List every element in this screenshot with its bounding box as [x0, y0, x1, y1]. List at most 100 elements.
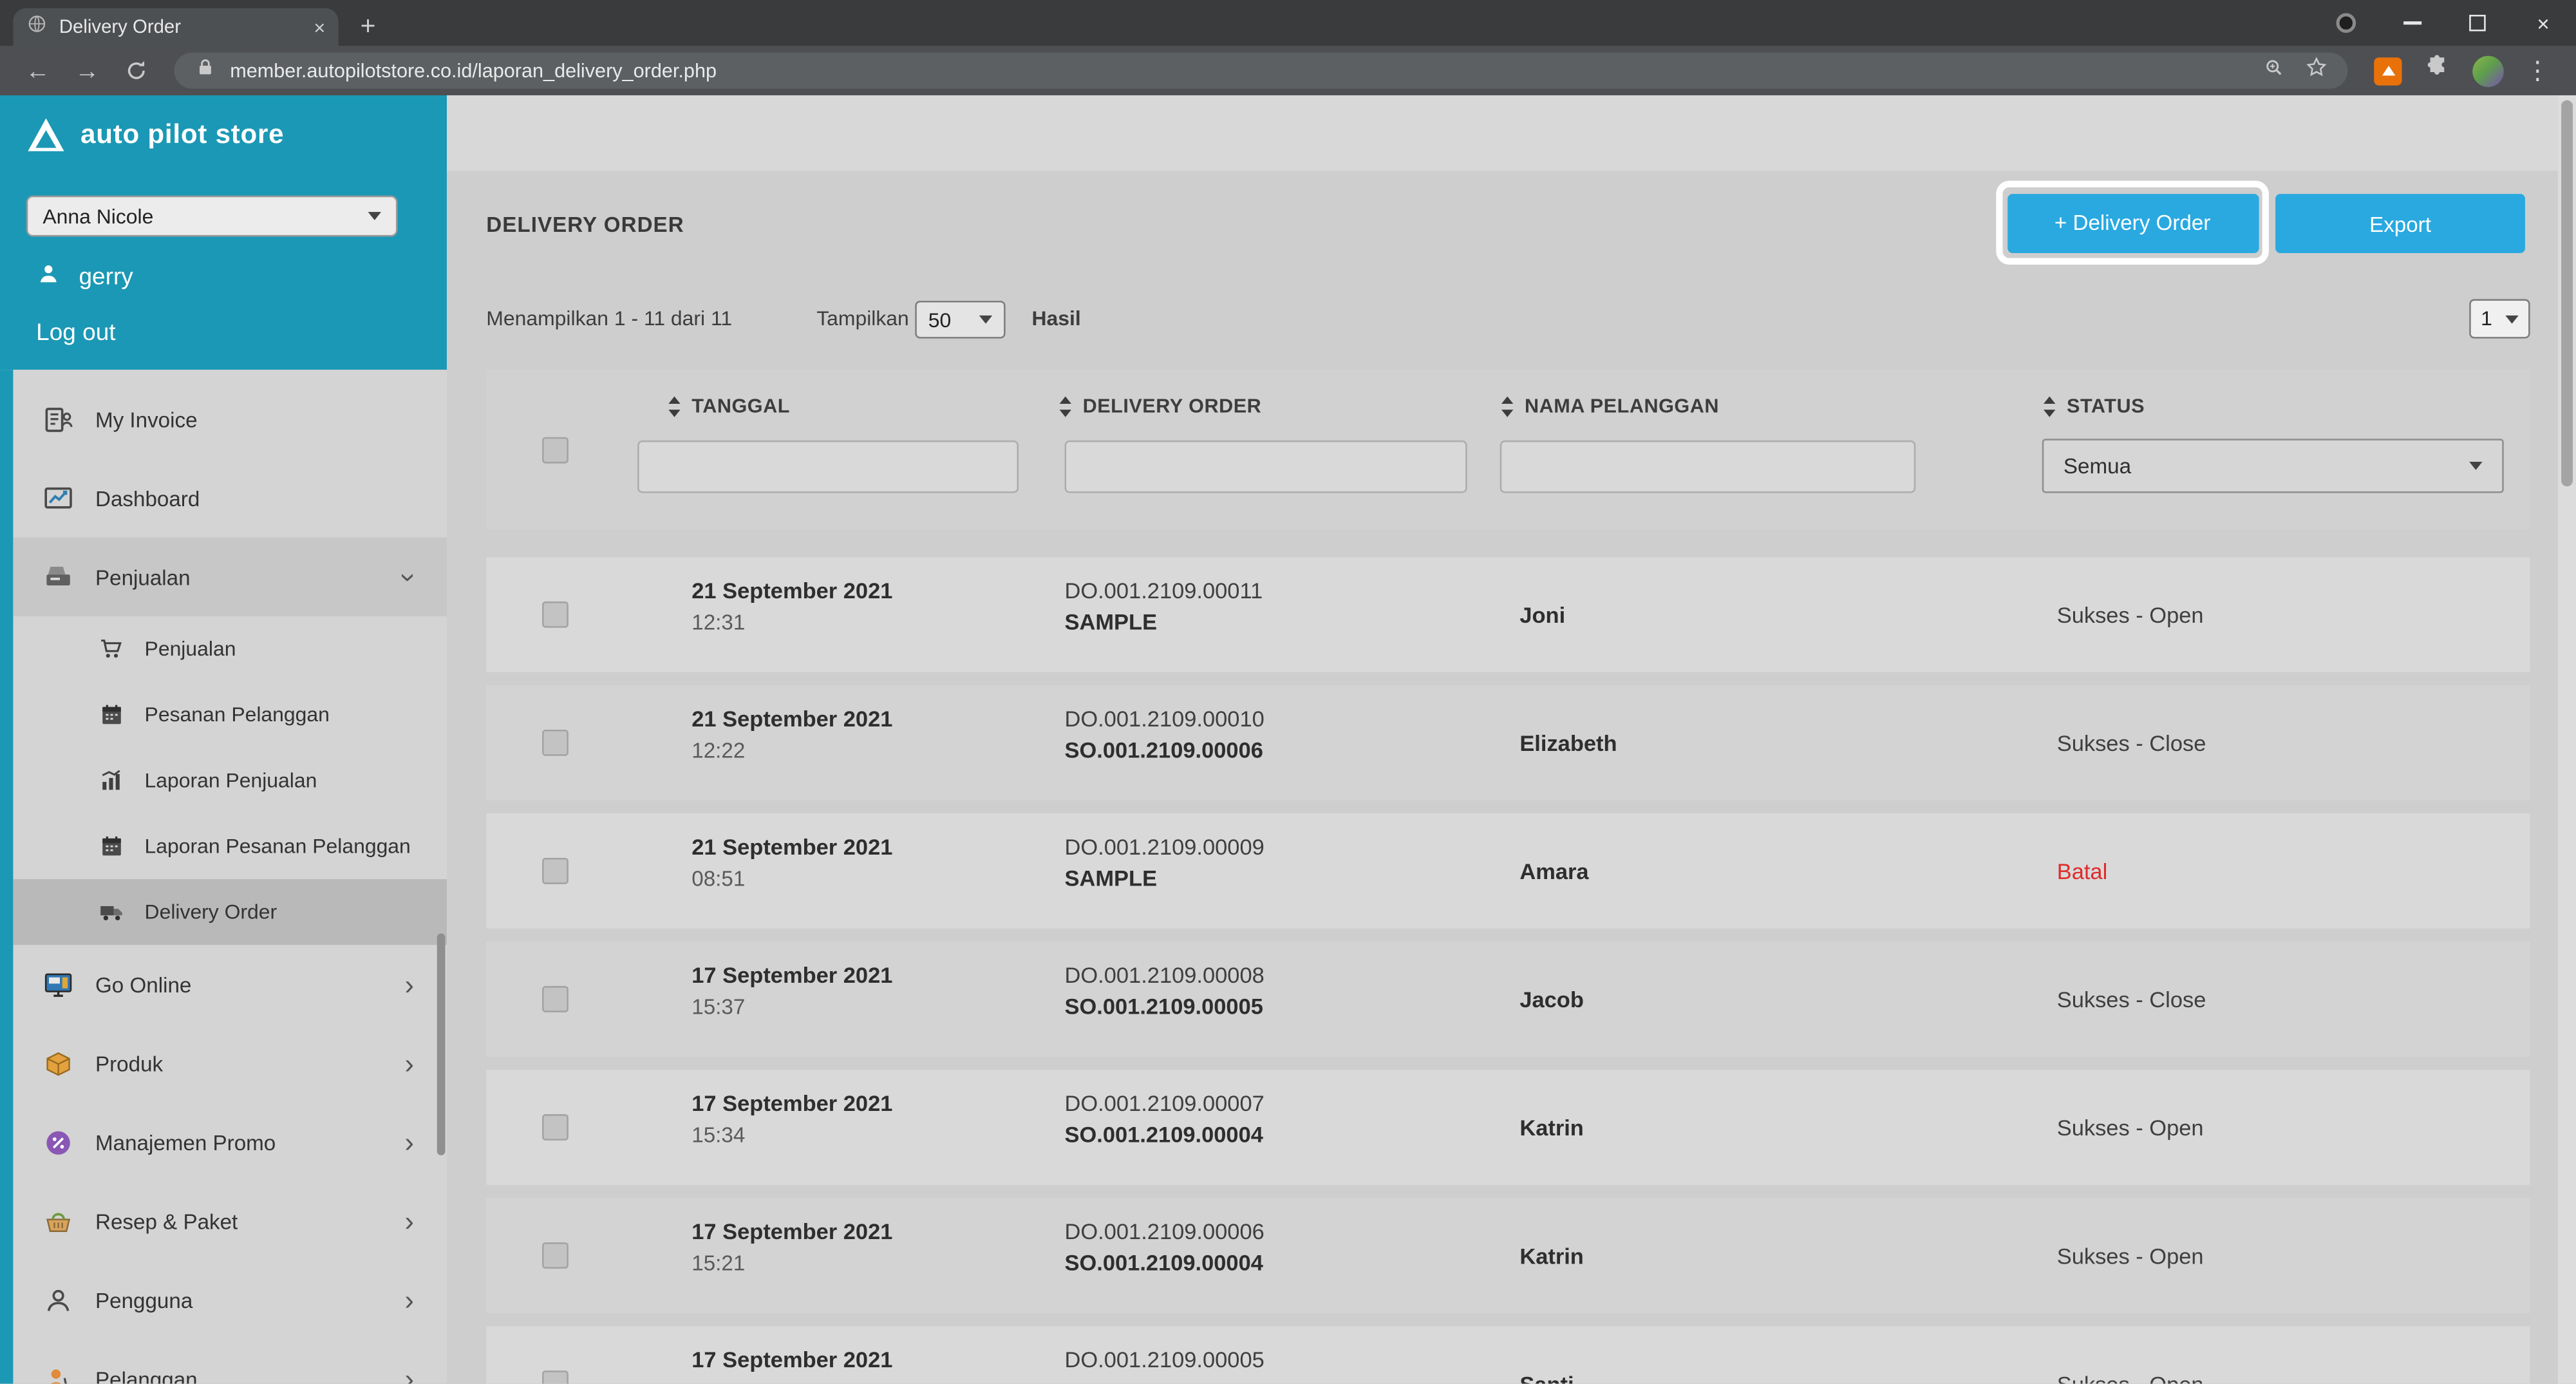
sidebar-item-label: My Invoice [95, 406, 198, 431]
logout-link[interactable]: Log out [36, 321, 115, 347]
row-checkbox[interactable] [542, 729, 569, 756]
page-size-value: 50 [928, 308, 952, 332]
maximize-button[interactable] [2445, 0, 2510, 46]
row-checkbox[interactable] [542, 986, 569, 1012]
sidebar-subitem-laporan-penjualan[interactable]: Laporan Penjualan [13, 748, 447, 813]
row-date: 21 September 2021 [691, 835, 893, 860]
status-filter-select[interactable]: Semua [2042, 439, 2504, 493]
chevron-down-icon [2505, 314, 2519, 323]
close-window-button[interactable]: × [2510, 0, 2576, 46]
row-checkbox[interactable] [542, 857, 569, 884]
page-scrollbar-thumb[interactable] [2561, 100, 2573, 487]
row-status: Batal [2056, 858, 2108, 884]
page-number-select[interactable]: 1 [2469, 299, 2530, 339]
sidebar-item-label: Laporan Penjualan [144, 769, 317, 792]
column-header-delivery-order[interactable]: DELIVERY ORDER [1058, 394, 1261, 417]
row-do-number: DO.001.2109.00005 [1064, 1347, 1264, 1372]
sidebar-item-pengguna[interactable]: Pengguna › [13, 1260, 447, 1339]
row-checkbox[interactable] [542, 601, 569, 628]
refresh-icon[interactable] [115, 50, 158, 92]
sidebar-item-label: Laporan Pesanan Pelanggan [144, 835, 411, 858]
row-status: Sukses - Open [2056, 602, 2204, 627]
address-bar[interactable]: member.autopilotstore.co.id/laporan_deli… [174, 52, 2348, 89]
bookmark-star-icon[interactable] [2305, 55, 2328, 86]
row-status: Sukses - Close [2056, 987, 2206, 1012]
content-top-band [447, 95, 2576, 171]
table-row[interactable]: 17 September 2021 15:37 DO.001.2109.0000… [486, 942, 2530, 1057]
sidebar-item-pelanggan[interactable]: Pelanggan › [13, 1340, 447, 1384]
browser-profile-icon[interactable] [2313, 0, 2379, 46]
table-row[interactable]: 17 September 2021 15:21 DO.001.2109.0000… [486, 1198, 2530, 1313]
box-icon [42, 1048, 73, 1079]
add-delivery-order-button[interactable]: + Delivery Order [2006, 193, 2259, 252]
sidebar-item-dashboard[interactable]: Dashboard [13, 459, 447, 537]
column-header-tanggal[interactable]: TANGGAL [667, 394, 790, 417]
filter-nama-pelanggan-input[interactable] [1500, 440, 1916, 493]
table-row[interactable]: 21 September 2021 12:22 DO.001.2109.0001… [486, 685, 2530, 801]
forward-icon[interactable]: → [66, 50, 108, 92]
extension-icon[interactable] [2374, 57, 2402, 85]
url-text: member.autopilotstore.co.id/laporan_deli… [230, 59, 717, 82]
back-icon[interactable]: ← [17, 50, 59, 92]
row-time: 12:22 [691, 737, 746, 763]
truck-icon [99, 899, 125, 925]
sidebar-item-produk[interactable]: Produk › [13, 1024, 447, 1103]
row-reference: SO.001.2109.00004 [1064, 1122, 1263, 1148]
sidebar-item-manajemen-promo[interactable]: Manajemen Promo › [13, 1103, 447, 1181]
zoom-icon[interactable] [2262, 55, 2286, 86]
minimize-button[interactable] [2379, 0, 2445, 46]
table-row[interactable]: 17 September 2021 DO.001.2109.00005 Sant… [486, 1326, 2530, 1384]
table-row[interactable]: 21 September 2021 08:51 DO.001.2109.0000… [486, 813, 2530, 929]
sidebar-subitem-laporan-pesanan-pelanggan[interactable]: Laporan Pesanan Pelanggan [13, 813, 447, 879]
row-checkbox[interactable] [542, 1370, 569, 1384]
table-row[interactable]: 21 September 2021 12:31 DO.001.2109.0001… [486, 557, 2530, 672]
sidebar-subitem-delivery-order[interactable]: Delivery Order [13, 879, 447, 945]
row-checkbox[interactable] [542, 1114, 569, 1141]
sidebar-subitem-penjualan[interactable]: Penjualan [13, 616, 447, 682]
chevron-right-icon: › [404, 1284, 415, 1316]
sidebar-scrollbar-thumb[interactable] [437, 933, 446, 1155]
row-reference: SAMPLE [1064, 609, 1158, 634]
new-tab-button[interactable]: + [348, 8, 388, 46]
page-scrollbar[interactable] [2557, 95, 2576, 1384]
user-row: gerry [36, 261, 133, 292]
browser-chrome: Delivery Order × + × ← → member.autopilo… [0, 0, 2576, 95]
export-button[interactable]: Export [2275, 194, 2525, 253]
puzzle-extensions-icon[interactable] [2423, 53, 2451, 89]
filter-delivery-order-input[interactable] [1064, 440, 1467, 493]
browser-menu-icon[interactable]: ⋮ [2525, 59, 2550, 83]
sidebar-item-penjualan-parent[interactable]: Penjualan › [13, 537, 447, 616]
sidebar-item-my-invoice[interactable]: My Invoice [13, 379, 447, 458]
favicon-globe-icon [26, 12, 48, 42]
row-do-number: DO.001.2109.00011 [1064, 578, 1263, 603]
username: gerry [79, 263, 133, 290]
row-checkbox[interactable] [542, 1242, 569, 1269]
page-size-select[interactable]: 50 [915, 300, 1006, 339]
select-all-checkbox[interactable] [542, 437, 569, 464]
calendar-icon [99, 702, 125, 728]
row-do-number: DO.001.2109.00007 [1064, 1091, 1264, 1116]
row-status: Sukses - Open [2056, 1115, 2204, 1140]
row-date: 17 September 2021 [691, 1219, 893, 1244]
row-status: Sukses - Open [2042, 1326, 2530, 1383]
chevron-down-icon: › [393, 572, 426, 582]
column-header-nama-pelanggan[interactable]: NAMA PELANGGAN [1500, 394, 1719, 417]
sidebar-item-resep-paket[interactable]: Resep & Paket › [13, 1182, 447, 1260]
table-row[interactable]: 17 September 2021 15:34 DO.001.2109.0000… [486, 1070, 2530, 1185]
filter-tanggal-input[interactable] [637, 440, 1019, 493]
sidebar-item-go-online[interactable]: Go Online › [13, 945, 447, 1023]
tab-close-icon[interactable]: × [314, 17, 325, 37]
browser-avatar[interactable] [2472, 55, 2504, 86]
row-date: 17 September 2021 [691, 1347, 893, 1372]
row-date: 21 September 2021 [691, 706, 893, 732]
store-selector[interactable]: Anna Nicole [26, 195, 398, 237]
column-header-status[interactable]: STATUS [2042, 394, 2145, 417]
sidebar-subitem-pesanan-pelanggan[interactable]: Pesanan Pelanggan [13, 682, 447, 748]
row-customer: Santi [1500, 1326, 2042, 1383]
browser-tab[interactable]: Delivery Order × [13, 8, 339, 46]
sort-icon [1058, 395, 1073, 417]
sort-icon [2042, 395, 2057, 417]
page-size-suffix: Hasil [1031, 307, 1081, 330]
chevron-right-icon: › [404, 1047, 415, 1079]
sidebar: auto pilot store Anna Nicole gerry Log o… [0, 95, 447, 1384]
